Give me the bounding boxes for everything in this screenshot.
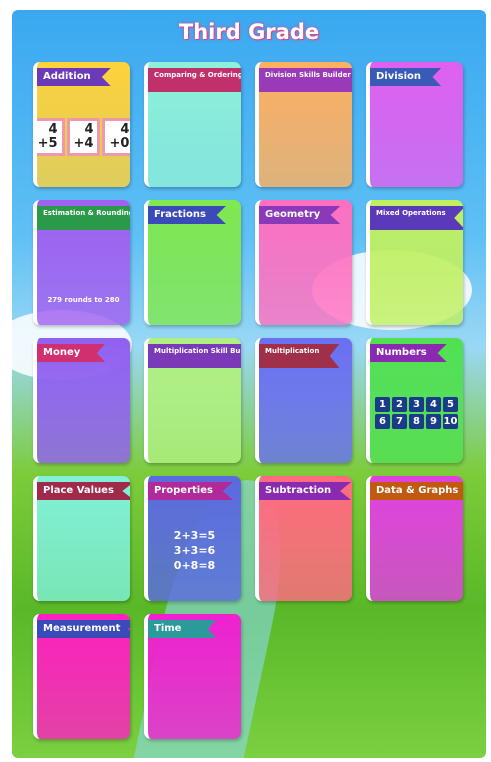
card-title: Data & Graphs [370, 482, 463, 500]
card-properties[interactable]: Properties 2+3=5 3+3=6 0+8=8 [144, 476, 241, 601]
card-illustration: 4 +5 4 +4 4 +0 [37, 92, 130, 181]
card-illustration [265, 368, 346, 457]
card-mixed-operations[interactable]: Mixed Operations [366, 200, 463, 325]
card-title: Comparing & Ordering [148, 68, 241, 92]
card-title: Division [370, 68, 442, 86]
card-data-graphs[interactable]: Data & Graphs [366, 476, 463, 601]
card-subtraction[interactable]: Subtraction [255, 476, 352, 601]
flash-card: 4 +5 [37, 117, 65, 156]
card-title: Place Values [37, 482, 130, 500]
card-title: Mixed Operations [370, 206, 463, 230]
number-tile: 5 [443, 396, 458, 412]
card-measurement[interactable]: Measurement [33, 614, 130, 739]
card-title: Properties [148, 482, 233, 500]
card-illustration: 1 2 3 4 5 6 7 8 9 10 [375, 368, 458, 457]
card-illustration [154, 368, 235, 457]
card-title: Geometry [259, 206, 341, 224]
card-numbers[interactable]: Numbers 1 2 3 4 5 6 7 8 9 10 [366, 338, 463, 463]
card-illustration [154, 92, 235, 181]
number-tile: 1 [375, 396, 390, 412]
card-fractions[interactable]: Fractions [144, 200, 241, 325]
number-tile: 9 [426, 413, 441, 429]
equation: 0+8=8 [173, 559, 216, 572]
card-illustration [43, 506, 124, 595]
card-multiplication[interactable]: Multiplication [255, 338, 352, 463]
card-estimation-rounding[interactable]: Estimation & Rounding 279 rounds to 280 [33, 200, 130, 325]
card-illustration [43, 644, 124, 733]
card-multiplication-skill-builders[interactable]: Multiplication Skill Builders [144, 338, 241, 463]
number-tile: 4 [426, 396, 441, 412]
card-illustration [154, 230, 235, 319]
card-title: Estimation & Rounding [37, 206, 130, 230]
number-tile: 6 [375, 413, 390, 429]
card-money[interactable]: Money [33, 338, 130, 463]
card-title: Addition [37, 68, 111, 86]
card-illustration [265, 92, 346, 181]
number-tile: 2 [392, 396, 407, 412]
card-title: Fractions [148, 206, 226, 224]
number-tile: 7 [392, 413, 407, 429]
equation: 3+3=6 [173, 544, 216, 557]
card-division-skills-builder[interactable]: Division Skills Builder [255, 62, 352, 187]
page-title: Third Grade [178, 20, 320, 44]
card-illustration [376, 92, 457, 181]
equation: 2+3=5 [173, 529, 216, 542]
card-illustration: 279 rounds to 280 [43, 230, 124, 319]
card-illustration [376, 230, 457, 319]
card-place-values[interactable]: Place Values [33, 476, 130, 601]
card-title: Multiplication Skill Builders [148, 344, 241, 368]
card-title: Measurement [37, 620, 130, 638]
card-illustration: 2+3=5 3+3=6 0+8=8 [154, 506, 235, 595]
card-illustration [43, 368, 124, 457]
third-grade-panel: Third Grade Addition 4 +5 4 +4 4 +0 Comparin… [12, 10, 486, 758]
card-title: Numbers [370, 344, 447, 362]
card-title: Division Skills Builder [259, 68, 352, 92]
card-comparing-ordering[interactable]: Comparing & Ordering [144, 62, 241, 187]
flash-card: 4 +4 [66, 117, 101, 156]
number-tile: 10 [443, 413, 458, 429]
caption: 279 rounds to 280 [47, 295, 120, 304]
card-title: Multiplication [259, 344, 340, 368]
card-title: Money [37, 344, 105, 362]
number-tile: 8 [409, 413, 424, 429]
card-division[interactable]: Division [366, 62, 463, 187]
card-time[interactable]: Time [144, 614, 241, 739]
number-tile: 3 [409, 396, 424, 412]
card-title: Subtraction [259, 482, 352, 500]
card-geometry[interactable]: Geometry [255, 200, 352, 325]
flash-card: 4 +0 [102, 117, 130, 156]
card-illustration [154, 644, 235, 733]
card-addition[interactable]: Addition 4 +5 4 +4 4 +0 [33, 62, 130, 187]
card-title: Time [148, 620, 216, 638]
card-illustration [265, 230, 346, 319]
card-illustration [376, 506, 457, 595]
card-illustration [265, 506, 346, 595]
